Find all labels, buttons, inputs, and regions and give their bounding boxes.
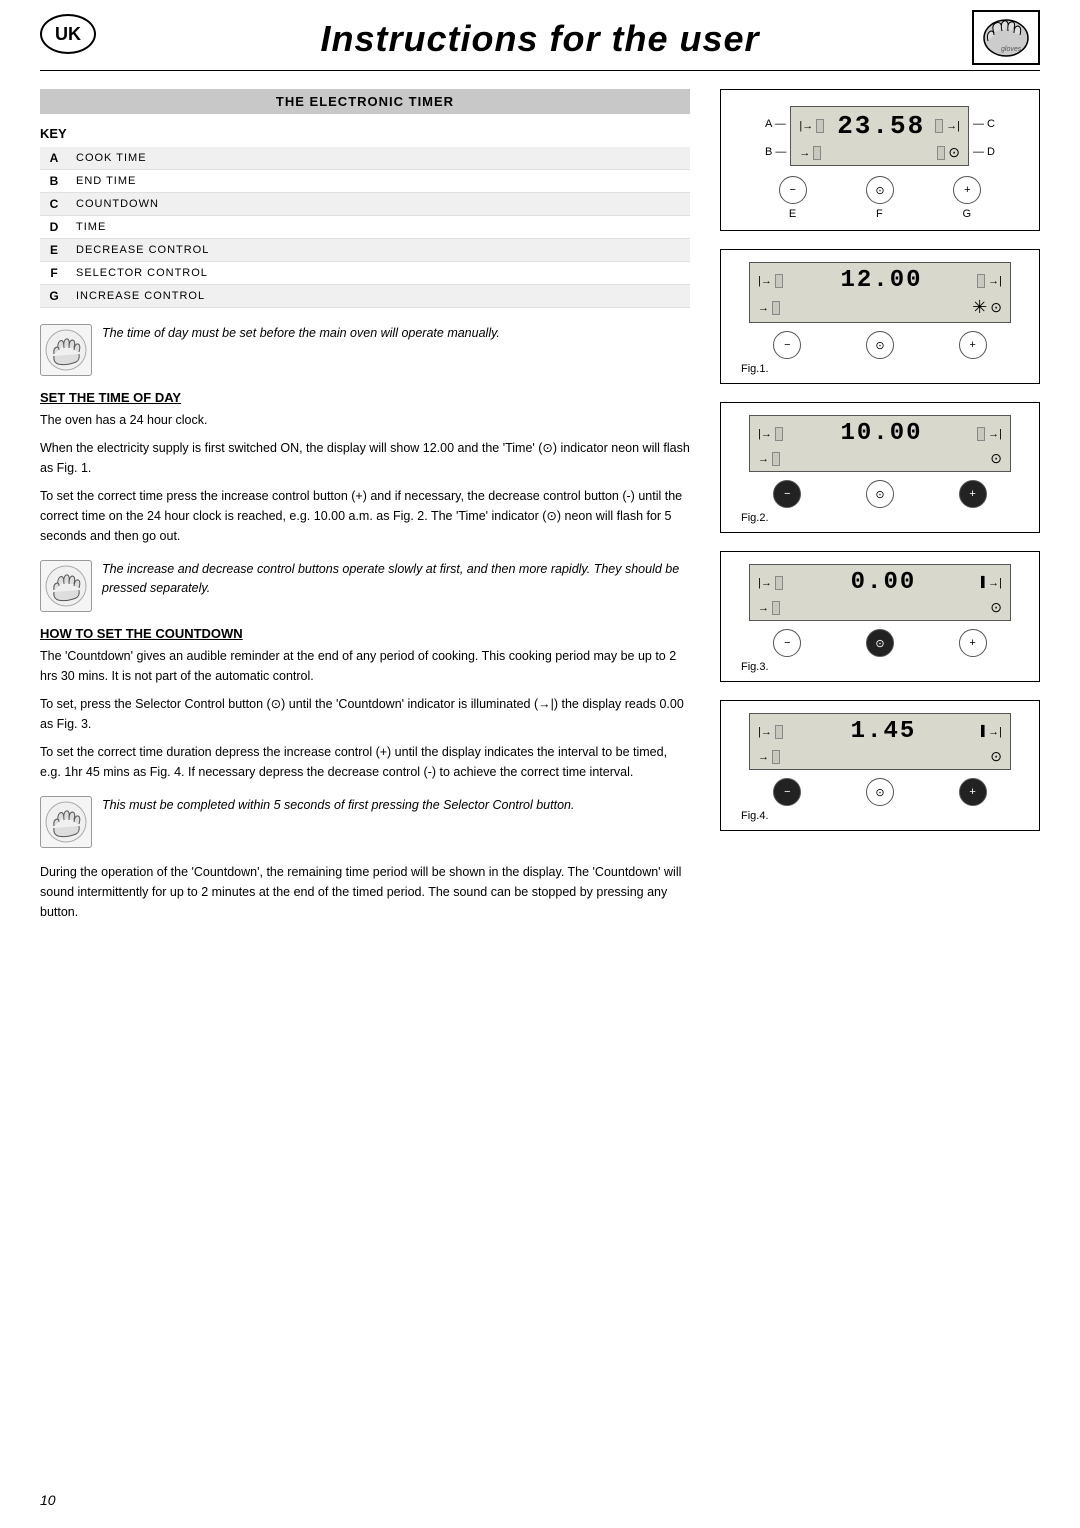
svg-text:gloves: gloves xyxy=(1001,46,1022,53)
page-title: Instructions for the user xyxy=(320,18,759,60)
fig2-label: Fig.2. xyxy=(741,512,1019,524)
key-label: KEY xyxy=(40,126,690,141)
set-time-para3: To set the correct time press the increa… xyxy=(40,486,690,546)
decrease-btn-main[interactable]: − xyxy=(779,176,807,204)
fig3-display: |→ 0.00 ▌ →| → ⊙ − ⊙ xyxy=(720,551,1040,682)
fig2-minus-btn[interactable]: − xyxy=(773,480,801,508)
label-G: G xyxy=(963,208,972,220)
hand-note-icon-2 xyxy=(44,564,88,608)
fig1-display: |→ 12.00 →| → ✳ ⊙ − xyxy=(720,249,1040,384)
countdown-end-para1: During the operation of the 'Countdown',… xyxy=(40,862,690,922)
main-btn-labels: E F G xyxy=(749,208,1011,220)
hand-note-icon-3 xyxy=(44,800,88,844)
increase-btn-main[interactable]: + xyxy=(953,176,981,204)
key-table-row: DTIME xyxy=(40,216,690,239)
label-E: E xyxy=(789,208,796,220)
key-table-row: BEND TIME xyxy=(40,170,690,193)
section-header: THE ELECTRONIC TIMER xyxy=(40,89,690,114)
set-time-para1: The oven has a 24 hour clock. xyxy=(40,410,690,430)
hand-note-icon xyxy=(44,328,88,372)
key-table-row: CCOUNTDOWN xyxy=(40,193,690,216)
fig1-plus-btn[interactable]: + xyxy=(959,331,987,359)
header-icon: gloves xyxy=(972,10,1040,65)
fig2-selector-btn[interactable]: ⊙ xyxy=(866,480,894,508)
fig1-label: Fig.1. xyxy=(741,363,1019,375)
countdown-para3: To set the correct time duration depress… xyxy=(40,742,690,782)
main-time-display: 23.58 xyxy=(827,111,935,141)
fig3-selector-btn[interactable]: ⊙ xyxy=(866,629,894,657)
header-divider xyxy=(40,70,1040,71)
note-box-2: The increase and decrease control button… xyxy=(40,560,690,612)
selector-btn-main[interactable]: ⊙ xyxy=(866,176,894,204)
left-column: THE ELECTRONIC TIMER KEY ACOOK TIMEBEND … xyxy=(40,89,690,930)
countdown-heading: HOW TO SET THE COUNTDOWN xyxy=(40,626,690,641)
countdown-para2: To set, press the Selector Control butto… xyxy=(40,694,690,734)
fig3-plus-btn[interactable]: + xyxy=(959,629,987,657)
fig4-selector-btn[interactable]: ⊙ xyxy=(866,778,894,806)
note-icon-3 xyxy=(40,796,92,848)
key-letter: G xyxy=(40,285,68,308)
fig1-minus-btn[interactable]: − xyxy=(773,331,801,359)
note-icon-1 xyxy=(40,324,92,376)
note-text-1: The time of day must be set before the m… xyxy=(102,324,500,343)
fig3-label: Fig.3. xyxy=(741,661,1019,673)
label-C: — C xyxy=(973,118,995,130)
note-text-3: This must be completed within 5 seconds … xyxy=(102,796,574,815)
key-description: END TIME xyxy=(68,170,690,193)
page-number: 10 xyxy=(40,1492,56,1508)
fig4-label: Fig.4. xyxy=(741,810,1019,822)
key-table: ACOOK TIMEBEND TIMECCOUNTDOWNDTIMEEDECRE… xyxy=(40,147,690,308)
fig4-minus-btn[interactable]: − xyxy=(773,778,801,806)
key-letter: D xyxy=(40,216,68,239)
label-B: B — xyxy=(765,146,786,158)
fig4-time: 1.45 xyxy=(786,718,981,745)
key-letter: F xyxy=(40,262,68,285)
key-table-row: GINCREASE CONTROL xyxy=(40,285,690,308)
key-description: DECREASE CONTROL xyxy=(68,239,690,262)
key-description: SELECTOR CONTROL xyxy=(68,262,690,285)
label-A: A — xyxy=(765,118,786,130)
fig2-time: 10.00 xyxy=(786,420,977,447)
page-header: UK Instructions for the user gloves xyxy=(0,0,1080,70)
right-column: A — B — |→ 23.58 →| → xyxy=(720,89,1040,930)
fig3-time: 0.00 xyxy=(786,569,981,596)
key-letter: A xyxy=(40,147,68,170)
fig3-minus-btn[interactable]: − xyxy=(773,629,801,657)
uk-label: UK xyxy=(55,24,81,45)
note-icon-2 xyxy=(40,560,92,612)
fig4-display: |→ 1.45 ▌ →| → ⊙ − ⊙ xyxy=(720,700,1040,831)
key-description: COOK TIME xyxy=(68,147,690,170)
note-text-2: The increase and decrease control button… xyxy=(102,560,690,598)
uk-badge: UK xyxy=(40,14,96,54)
key-description: TIME xyxy=(68,216,690,239)
key-table-row: FSELECTOR CONTROL xyxy=(40,262,690,285)
hand-icon-svg: gloves xyxy=(976,13,1036,63)
set-time-heading: SET THE TIME OF DAY xyxy=(40,390,690,405)
key-table-row: EDECREASE CONTROL xyxy=(40,239,690,262)
note-box-3: This must be completed within 5 seconds … xyxy=(40,796,690,848)
fig1-selector-btn[interactable]: ⊙ xyxy=(866,331,894,359)
note-box-1: The time of day must be set before the m… xyxy=(40,324,690,376)
key-letter: E xyxy=(40,239,68,262)
fig2-plus-btn[interactable]: + xyxy=(959,480,987,508)
fig4-plus-btn[interactable]: + xyxy=(959,778,987,806)
fig2-display: |→ 10.00 →| → ⊙ − ⊙ xyxy=(720,402,1040,533)
main-display-figure: A — B — |→ 23.58 →| → xyxy=(720,89,1040,231)
label-D: — D xyxy=(973,146,995,158)
fig1-time: 12.00 xyxy=(786,267,977,294)
countdown-para1: The 'Countdown' gives an audible reminde… xyxy=(40,646,690,686)
key-description: COUNTDOWN xyxy=(68,193,690,216)
key-description: INCREASE CONTROL xyxy=(68,285,690,308)
label-F: F xyxy=(876,208,883,220)
key-letter: B xyxy=(40,170,68,193)
main-content: THE ELECTRONIC TIMER KEY ACOOK TIMEBEND … xyxy=(0,89,1080,930)
set-time-para2: When the electricity supply is first swi… xyxy=(40,438,690,478)
key-table-row: ACOOK TIME xyxy=(40,147,690,170)
key-letter: C xyxy=(40,193,68,216)
